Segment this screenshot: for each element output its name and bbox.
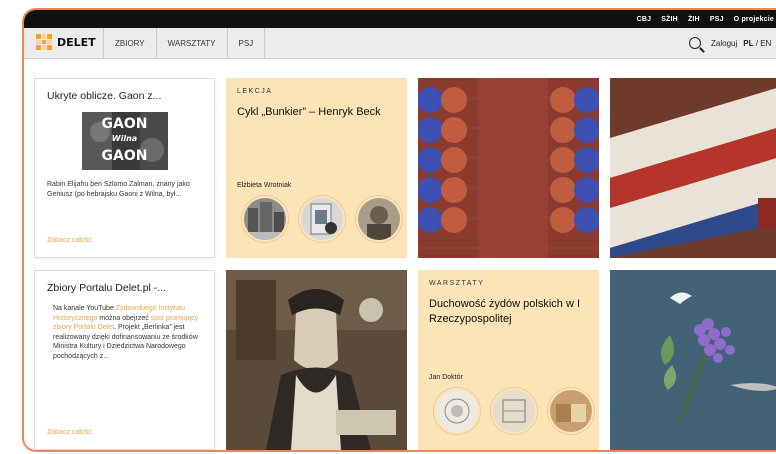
collection-card-lilac-painting[interactable] xyxy=(610,270,776,450)
card-title: Cykl „Bunkier” – Henryk Beck xyxy=(237,106,381,118)
nav-right: Zaloguj PL / EN xyxy=(689,28,771,58)
collection-card-rabbi-portrait[interactable] xyxy=(226,270,407,450)
top-link-szih[interactable]: SŻIH xyxy=(661,16,678,23)
nav-items: ZBIORY WARSZTATY PSJ xyxy=(103,28,266,58)
search-icon[interactable] xyxy=(689,37,701,49)
card-description: Na kanale YouTube Żydowskiego Instytutu … xyxy=(47,304,202,361)
workshop-card-duchowosc[interactable]: WARSZTATY Duchowość żydów polskich w I R… xyxy=(418,270,599,450)
collection-card-circles-pattern[interactable] xyxy=(418,78,599,258)
avatar xyxy=(491,388,537,434)
lang-separator: / xyxy=(755,38,758,48)
login-link[interactable]: Zaloguj xyxy=(711,39,737,48)
see-more-link[interactable]: Zobacz całość xyxy=(47,237,92,244)
top-link-zih[interactable]: ŻIH xyxy=(688,16,700,23)
top-bar: CBJ SŻIH ŻIH PSJ O projekcie xyxy=(24,10,776,28)
top-link-cbj[interactable]: CBJ xyxy=(637,16,652,23)
card-label: WARSZTATY xyxy=(429,280,485,287)
logo-icon xyxy=(36,34,52,50)
nav-item-warsztaty[interactable]: WARSZTATY xyxy=(155,28,227,58)
card-description: Rabin Elijahu ben Szlomo Zalman, znany j… xyxy=(47,181,190,198)
nav-item-psj[interactable]: PSJ xyxy=(226,28,266,58)
collection-card-delet-portal[interactable]: Zbiory Portalu Delet.pl -... Na kanale Y… xyxy=(34,270,215,450)
lesson-card-bunkier[interactable]: LEKCJA Cykl „Bunkier” – Henryk Beck Elżb… xyxy=(226,78,407,258)
top-links: CBJ SŻIH ŻIH PSJ O projekcie xyxy=(637,10,774,28)
logo-text: DELET xyxy=(57,35,96,49)
avatar xyxy=(356,196,402,242)
card-title: Duchowość żydów polskich w I Rzeczypospo… xyxy=(429,298,581,325)
see-more-link[interactable]: Zobacz całość xyxy=(47,429,92,436)
avatar xyxy=(299,196,345,242)
card-title: Ukryte oblicze. Gaon z... xyxy=(47,90,162,102)
main-nav: DELET ZBIORY WARSZTATY PSJ Zaloguj PL / … xyxy=(24,28,776,59)
card-thumbnail: GAON Wilna GAON xyxy=(81,112,168,170)
lang-pl[interactable]: PL xyxy=(743,39,753,48)
thumb-text-2: Wilna xyxy=(111,134,138,143)
nav-item-zbiory[interactable]: ZBIORY xyxy=(103,28,156,58)
card-avatars xyxy=(242,196,402,242)
card-label: LEKCJA xyxy=(237,88,273,95)
top-link-psj[interactable]: PSJ xyxy=(710,16,724,23)
description-text: Na kanale YouTube xyxy=(53,305,116,312)
avatar xyxy=(548,388,594,434)
collection-card-gaon[interactable]: Ukryte oblicze. Gaon z... GAON Wilna GAO… xyxy=(34,78,215,258)
card-author: Elżbieta Wrotniak xyxy=(237,182,292,189)
collection-card-foto-reportaz[interactable] xyxy=(610,78,776,258)
logo[interactable]: DELET xyxy=(36,34,96,50)
description-text: można obejrzeć xyxy=(97,314,151,322)
language-switch: PL / EN xyxy=(743,39,771,48)
thumb-text-1: GAON xyxy=(101,116,148,132)
browser-frame: CBJ SŻIH ŻIH PSJ O projekcie DELET ZBIOR… xyxy=(22,8,776,452)
avatar xyxy=(434,388,480,434)
card-author: Jan Doktór xyxy=(429,374,463,381)
thumb-text-3: GAON xyxy=(101,148,148,164)
card-avatars xyxy=(434,388,594,434)
lang-en[interactable]: EN xyxy=(760,39,771,48)
top-link-about[interactable]: O projekcie xyxy=(734,16,774,23)
card-title: Zbiory Portalu Delet.pl -... xyxy=(47,282,167,294)
avatar xyxy=(242,196,288,242)
